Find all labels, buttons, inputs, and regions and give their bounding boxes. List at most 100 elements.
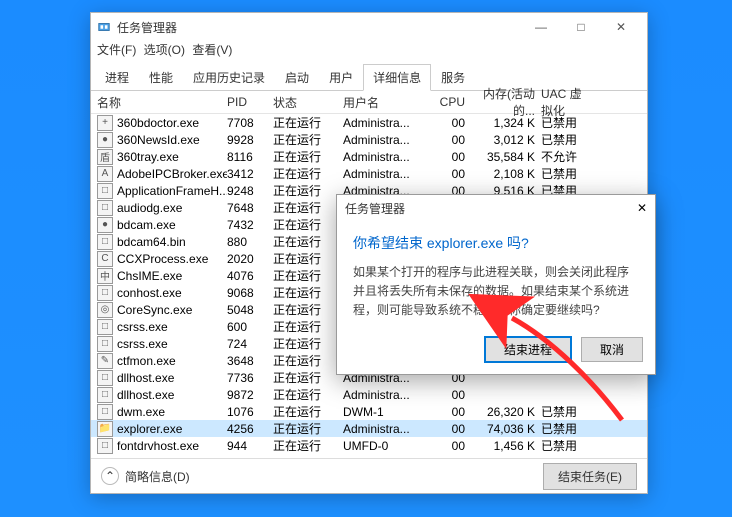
tab-4[interactable]: 用户 (319, 64, 363, 91)
process-icon: □ (97, 285, 113, 301)
end-task-button[interactable]: 结束任务(E) (543, 463, 637, 490)
process-icon: ● (97, 217, 113, 233)
process-pid: 8116 (227, 150, 273, 164)
process-uac: 不允许 (535, 148, 591, 165)
process-status: 正在运行 (273, 284, 343, 301)
tab-2[interactable]: 应用历史记录 (183, 64, 275, 91)
process-row[interactable]: 盾360tray.exe8116正在运行Administra...0035,58… (91, 148, 647, 165)
tab-3[interactable]: 启动 (275, 64, 319, 91)
dialog-titlebar[interactable]: 任务管理器 ✕ (337, 195, 655, 221)
process-name: dwm.exe (117, 405, 165, 419)
process-pid: 3648 (227, 354, 273, 368)
process-uac: 已禁用 (535, 114, 591, 131)
process-user: Administra... (343, 116, 433, 130)
process-status: 正在运行 (273, 386, 343, 403)
process-name: 360bdoctor.exe (117, 116, 199, 130)
tab-0[interactable]: 进程 (95, 64, 139, 91)
process-name: explorer.exe (117, 422, 182, 436)
process-status: 正在运行 (273, 369, 343, 386)
process-status: 正在运行 (273, 233, 343, 250)
process-status: 正在运行 (273, 318, 343, 335)
process-mem: 3,012 K (465, 133, 535, 147)
process-cpu: 00 (433, 167, 465, 181)
process-pid: 4256 (227, 422, 273, 436)
process-name: 360NewsId.exe (117, 133, 200, 147)
col-name[interactable]: 名称 (97, 94, 227, 111)
menubar[interactable]: 文件(F) 选项(O) 查看(V) (91, 41, 647, 61)
process-mem: 74,036 K (465, 422, 535, 436)
process-name: csrss.exe (117, 337, 168, 351)
process-cpu: 00 (433, 405, 465, 419)
process-icon: □ (97, 183, 113, 199)
maximize-button[interactable]: □ (561, 13, 601, 41)
menu-view[interactable]: 查看(V) (192, 43, 232, 57)
process-icon: ● (97, 132, 113, 148)
process-name: bdcam.exe (117, 218, 176, 232)
process-icon: + (97, 115, 113, 131)
process-pid: 9248 (227, 184, 273, 198)
process-user: Administra... (343, 388, 433, 402)
end-process-button[interactable]: 结束进程 (485, 337, 571, 362)
process-name: ApplicationFrameH... (117, 184, 227, 198)
process-pid: 944 (227, 439, 273, 453)
minimize-button[interactable]: — (521, 13, 561, 41)
process-pid: 3412 (227, 167, 273, 181)
process-cpu: 00 (433, 439, 465, 453)
process-icon: □ (97, 200, 113, 216)
process-name: bdcam64.bin (117, 235, 186, 249)
process-icon: □ (97, 234, 113, 250)
app-icon (97, 20, 111, 34)
tab-6[interactable]: 服务 (431, 64, 475, 91)
col-cpu[interactable]: CPU (433, 95, 465, 109)
tab-5[interactable]: 详细信息 (363, 64, 431, 91)
process-name: dllhost.exe (117, 388, 174, 402)
col-status[interactable]: 状态 (273, 94, 343, 111)
cancel-button[interactable]: 取消 (581, 337, 643, 362)
process-status: 正在运行 (273, 114, 343, 131)
menu-options[interactable]: 选项(O) (144, 43, 185, 57)
process-row[interactable]: +360bdoctor.exe7708正在运行Administra...001,… (91, 114, 647, 131)
dialog-title: 任务管理器 (345, 200, 637, 217)
process-icon: □ (97, 404, 113, 420)
close-button[interactable]: ✕ (601, 13, 641, 41)
process-pid: 5048 (227, 303, 273, 317)
process-pid: 724 (227, 337, 273, 351)
tab-1[interactable]: 性能 (139, 64, 183, 91)
process-status: 正在运行 (273, 148, 343, 165)
dialog-close-button[interactable]: ✕ (637, 201, 647, 215)
process-mem: 2,108 K (465, 167, 535, 181)
chevron-up-icon: ⌃ (101, 467, 119, 485)
process-uac: 已禁用 (535, 420, 591, 437)
process-user: Administra... (343, 422, 433, 436)
process-row[interactable]: AAdobeIPCBroker.exe3412正在运行Administra...… (91, 165, 647, 182)
process-row[interactable]: 📁explorer.exe4256正在运行Administra...0074,0… (91, 420, 647, 437)
menu-file[interactable]: 文件(F) (97, 43, 136, 57)
titlebar[interactable]: 任务管理器 — □ ✕ (91, 13, 647, 41)
process-status: 正在运行 (273, 250, 343, 267)
process-status: 正在运行 (273, 335, 343, 352)
process-status: 正在运行 (273, 267, 343, 284)
col-pid[interactable]: PID (227, 95, 273, 109)
process-icon: □ (97, 319, 113, 335)
process-icon: ◎ (97, 302, 113, 318)
process-user: Administra... (343, 167, 433, 181)
process-row[interactable]: □fontdrvhost.exe944正在运行UMFD-0001,456 K已禁… (91, 437, 647, 454)
column-headers[interactable]: 名称 PID 状态 用户名 CPU 内存(活动的... UAC 虚拟化 (91, 91, 647, 114)
process-pid: 4076 (227, 269, 273, 283)
col-user[interactable]: 用户名 (343, 94, 433, 111)
process-pid: 7648 (227, 201, 273, 215)
process-row[interactable]: ●360NewsId.exe9928正在运行Administra...003,0… (91, 131, 647, 148)
process-name: 360tray.exe (117, 150, 179, 164)
process-uac: 已禁用 (535, 131, 591, 148)
process-icon: 盾 (97, 149, 113, 165)
process-status: 正在运行 (273, 199, 343, 216)
process-mem: 35,584 K (465, 150, 535, 164)
process-name: dllhost.exe (117, 371, 174, 385)
process-icon: C (97, 251, 113, 267)
fewer-details-button[interactable]: ⌃ 简略信息(D) (101, 467, 190, 485)
process-uac: 已禁用 (535, 165, 591, 182)
process-row[interactable]: □dllhost.exe9872正在运行Administra...00 (91, 386, 647, 403)
process-cpu: 00 (433, 422, 465, 436)
process-row[interactable]: □dwm.exe1076正在运行DWM-10026,320 K已禁用 (91, 403, 647, 420)
process-status: 正在运行 (273, 437, 343, 454)
